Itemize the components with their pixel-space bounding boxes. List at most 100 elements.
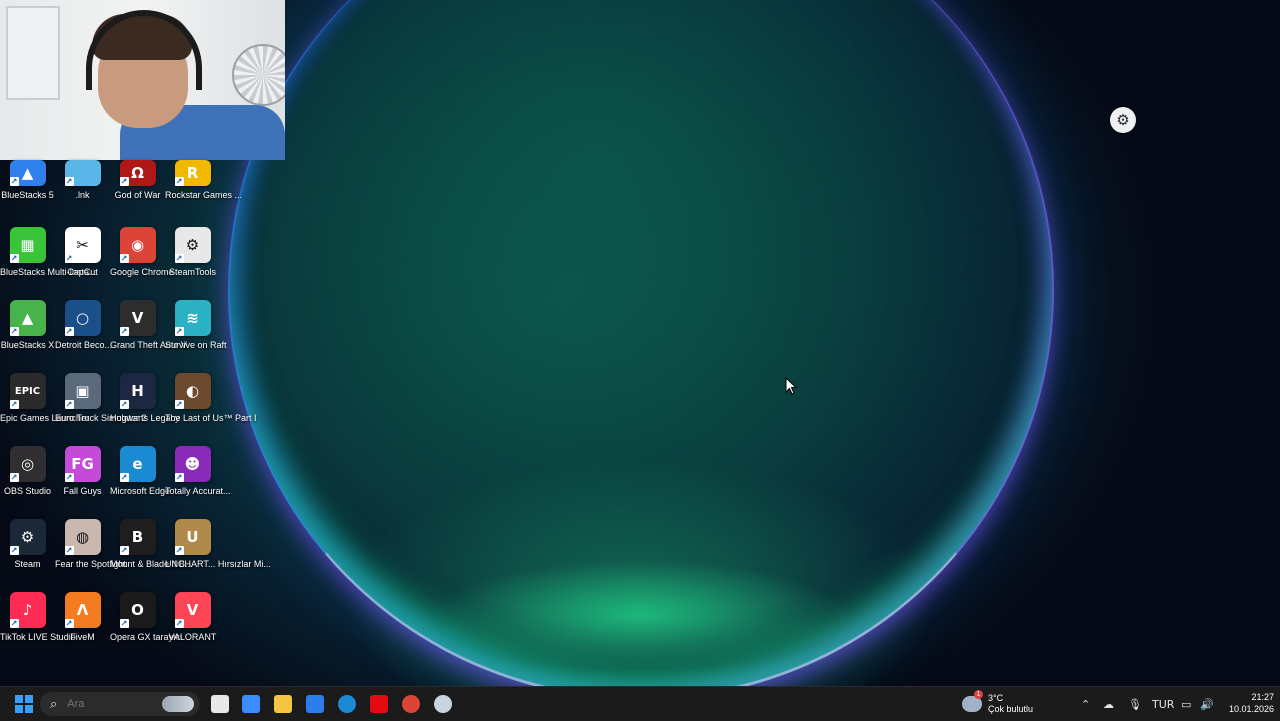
shortcut-arrow-icon: ↗ — [64, 177, 74, 186]
desktop-icon[interactable]: ▲ ↗ BlueStacks X — [0, 300, 55, 351]
app-icon: ▣ ↗ — [64, 373, 101, 409]
desktop-icon[interactable]: B ↗ Mount & Blade II B... — [110, 519, 193, 570]
show-hidden-icons-button[interactable]: ⌃ — [1081, 687, 1090, 721]
taskbar-chrome-button[interactable] — [401, 687, 421, 721]
network-icon[interactable]: ▭ — [1181, 687, 1191, 721]
onedrive-icon[interactable]: ☁ — [1103, 687, 1114, 721]
desktop-icon[interactable]: ○ ↗ Detroit Beco... — [55, 300, 112, 351]
desktop-icon[interactable]: ◍ ↗ Fear the Spotlight — [55, 519, 126, 570]
clock[interactable]: 21:27 10.01.2026 — [1218, 691, 1274, 715]
shortcut-arrow-icon: ↗ — [64, 546, 74, 555]
taskbar-task-view-button[interactable] — [210, 687, 230, 721]
netflix-icon — [370, 695, 388, 713]
desktop-icon[interactable]: ◉ ↗ Google Chrome — [110, 227, 174, 278]
desktop-icon[interactable]: FG ↗ Fall Guys — [55, 446, 110, 497]
steam-widget-icon[interactable]: ⚙ — [1110, 107, 1136, 133]
shortcut-arrow-icon: ↗ — [174, 327, 184, 336]
search-highlight-image — [162, 696, 194, 712]
shortcut-arrow-icon: ↗ — [9, 400, 19, 409]
shortcut-arrow-icon: ↗ — [119, 473, 129, 482]
shortcut-arrow-icon: ↗ — [9, 254, 19, 263]
taskbar-edge-button[interactable] — [337, 687, 357, 721]
edge-icon — [338, 695, 356, 713]
app-icon: EPIC ↗ — [9, 373, 46, 409]
app-icon: U ↗ — [174, 519, 211, 555]
desktop-icon[interactable]: ▲ ↗ BlueStacks 5 — [0, 160, 55, 201]
app-icon: ≋ ↗ — [174, 300, 211, 336]
app-icon: ▲ ↗ — [9, 300, 46, 336]
desktop-icon-label: FiveM — [70, 632, 95, 642]
desktop-icon[interactable]: ⚙ ↗ Steam — [0, 519, 55, 570]
desktop-icon[interactable]: ▦ ↗ BlueStacks Multi-Insta... — [0, 227, 97, 278]
desktop-icon[interactable]: O ↗ Opera GX tarayıcı — [110, 592, 183, 643]
volume-icon[interactable]: 🔊 — [1200, 687, 1214, 721]
desktop-icon[interactable]: EPIC ↗ Epic Games Launcher — [0, 373, 89, 424]
app-icon: H ↗ — [119, 373, 156, 409]
taskbar-netflix-button[interactable] — [369, 687, 389, 721]
desktop-icon-label: BlueStacks 5 — [1, 190, 54, 200]
desktop-icon[interactable]: ◐ ↗ The Last of Us™ Part I — [165, 373, 257, 424]
desktop-icon[interactable]: e ↗ Microsoft Edge — [110, 446, 170, 497]
desktop-icon[interactable]: ≋ ↗ Survive on Raft — [165, 300, 227, 351]
desktop-icon-label: BlueStacks X — [0, 340, 55, 350]
app-icon: V ↗ — [119, 300, 156, 336]
shortcut-arrow-icon: ↗ — [119, 254, 129, 263]
desktop-wallpaper: ▲ ↗ BlueStacks 5 ↗ .lnk Ω ↗ God of War R ↗ Rocksta… — [0, 0, 1280, 686]
weather-desc: Çok bulutlu — [988, 704, 1034, 714]
desktop-icon[interactable]: ↗ .lnk — [55, 160, 110, 201]
shortcut-arrow-icon: ↗ — [64, 327, 74, 336]
app-icon: ▲ ↗ — [9, 160, 46, 186]
microsoft-store-icon — [306, 695, 324, 713]
taskbar-copilot-button[interactable] — [241, 687, 261, 721]
desktop-icon-label: OBS Studio — [3, 486, 52, 496]
desktop-icon[interactable]: ♪ ↗ TikTok LIVE Studio — [0, 592, 76, 643]
desktop-icon[interactable]: U ↗ UNCHART... Hırsızlar Mi... — [165, 519, 271, 570]
desktop-icon-label: TikTok LIVE Studio — [0, 632, 76, 642]
app-icon: ☻ ↗ — [174, 446, 211, 482]
desktop-icon-label: .lnk — [75, 190, 90, 200]
weather-widget[interactable]: 1 3°C Çok bulutlu — [962, 690, 1034, 717]
desktop-icon-label: Totally Accurat... — [165, 486, 231, 496]
desktop-icon-label: Opera GX tarayıcı — [110, 632, 183, 642]
app-icon: ✂ ↗ — [64, 227, 101, 263]
desktop-icon[interactable]: V ↗ VALORANT — [165, 592, 220, 643]
desktop-icon[interactable]: ▣ ↗ Euro Truck Simulator 2 — [55, 373, 147, 424]
desktop-icon[interactable]: ⚙ ↗ SteamTools — [165, 227, 220, 278]
microphone-icon[interactable]: 🎙 — [1128, 687, 1142, 721]
desktop-icon-label: God of War — [114, 190, 161, 200]
desktop-icon-label: Rockstar Games ... — [165, 190, 243, 200]
desktop-icon[interactable]: Ω ↗ God of War — [110, 160, 165, 201]
fan-image — [232, 44, 285, 106]
app-icon: ⚙ ↗ — [9, 519, 46, 555]
desktop-icon-label: Steam — [14, 559, 41, 569]
taskbar-steam-button[interactable] — [433, 687, 453, 721]
shortcut-arrow-icon: ↗ — [64, 254, 74, 263]
app-icon: V ↗ — [174, 592, 211, 628]
clock-date: 10.01.2026 — [1228, 704, 1274, 714]
desktop-icon[interactable]: ◎ ↗ OBS Studio — [0, 446, 55, 497]
shortcut-arrow-icon: ↗ — [64, 473, 74, 482]
shortcut-arrow-icon: ↗ — [9, 619, 19, 628]
search-icon: ⌕ — [50, 696, 58, 712]
app-icon: B ↗ — [119, 519, 156, 555]
desktop-icon[interactable]: V ↗ Grand Theft Auto V — [110, 300, 187, 351]
taskbar-search[interactable]: ⌕ — [40, 692, 200, 716]
shortcut-arrow-icon: ↗ — [174, 619, 184, 628]
desktop-icon[interactable]: H ↗ Hogwarts Legacy — [110, 373, 180, 424]
shortcut-arrow-icon: ↗ — [119, 619, 129, 628]
chrome-icon — [402, 695, 420, 713]
taskbar-file-explorer-button[interactable] — [273, 687, 293, 721]
desktop-icon[interactable]: ✂ ↗ CapCut — [55, 227, 110, 278]
language-indicator[interactable]: TUR — [1152, 687, 1174, 721]
start-button[interactable] — [12, 687, 36, 721]
desktop-icon-label: Mount & Blade II B... — [110, 559, 193, 569]
shortcut-arrow-icon: ↗ — [9, 177, 19, 186]
desktop-icon[interactable]: ☻ ↗ Totally Accurat... — [165, 446, 231, 497]
shortcut-arrow-icon: ↗ — [64, 619, 74, 628]
taskbar-microsoft-store-button[interactable] — [305, 687, 325, 721]
search-input[interactable] — [65, 697, 150, 711]
shortcut-arrow-icon: ↗ — [119, 400, 129, 409]
desktop-icon[interactable]: R ↗ Rockstar Games ... — [165, 160, 243, 201]
app-icon: Ω ↗ — [119, 160, 156, 186]
desktop-icon[interactable]: Λ ↗ FiveM — [55, 592, 110, 643]
